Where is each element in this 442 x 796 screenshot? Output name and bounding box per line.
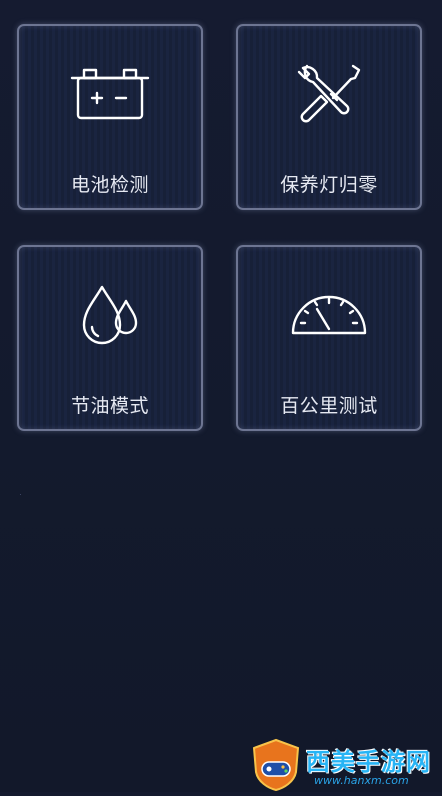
speedometer-icon bbox=[289, 283, 369, 347]
gamepad-shield-logo bbox=[250, 738, 302, 792]
tile-label: 电池检测 bbox=[70, 174, 149, 196]
maintenance-reset-tile[interactable]: 保养灯归零 bbox=[236, 24, 422, 210]
fuel-saving-mode-tile[interactable]: 节油模式 bbox=[17, 245, 203, 431]
watermark-title: 西美手游网 bbox=[306, 748, 431, 776]
watermark-url: www.hanxm.com bbox=[314, 774, 409, 787]
hundred-km-test-tile[interactable]: 百公里测试 bbox=[236, 245, 422, 431]
tile-label: 节油模式 bbox=[70, 395, 149, 417]
wrench-screwdriver-icon bbox=[289, 62, 369, 126]
tile-label: 保养灯归零 bbox=[280, 174, 378, 196]
battery-icon bbox=[70, 62, 150, 126]
stray-pixel bbox=[20, 494, 21, 495]
tile-label: 百公里测试 bbox=[280, 395, 378, 417]
water-drops-icon bbox=[70, 283, 150, 347]
site-watermark: 西美手游网 www.hanxm.com bbox=[250, 738, 442, 792]
app-screen: 电池检测 保养灯归零 节油模式 百公里测试 西美手游网 www.hanxm.co… bbox=[0, 0, 442, 792]
battery-test-tile[interactable]: 电池检测 bbox=[17, 24, 203, 210]
